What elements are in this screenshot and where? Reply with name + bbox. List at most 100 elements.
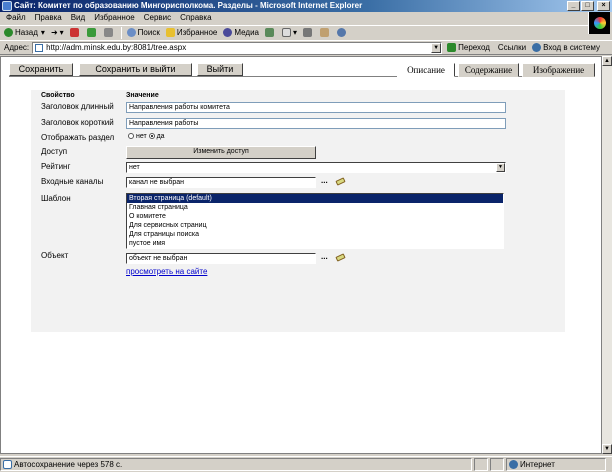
address-bar: Адрес: http://adm.minsk.edu.by:8081/tree… <box>0 40 612 55</box>
chevron-down-icon: ▾ <box>40 28 45 37</box>
home-icon <box>103 28 113 37</box>
template-option[interactable]: Главная страница <box>127 203 503 212</box>
show-section-radios: нет да <box>128 133 165 140</box>
menu-edit[interactable]: Правка <box>35 12 62 24</box>
refresh-icon <box>86 28 96 37</box>
messenger-icon <box>337 28 347 37</box>
change-access-button[interactable]: Изменить доступ <box>126 146 316 159</box>
mail-button[interactable]: ▾ <box>282 28 297 37</box>
long-title-label: Заголовок длинный <box>41 102 114 111</box>
status-bar: Автосохранение через 578 с. Интернет <box>0 456 612 472</box>
exit-button[interactable]: Выйти <box>197 63 243 76</box>
eraser-icon[interactable] <box>335 253 346 262</box>
ie-page-icon <box>2 1 12 11</box>
show-section-label: Отображать раздел <box>41 133 115 142</box>
go-button[interactable]: Переход <box>447 43 490 52</box>
save-and-exit-button[interactable]: Сохранить и выйти <box>79 63 192 76</box>
action-bar: Сохранить Сохранить и выйти Выйти Описан… <box>9 63 595 77</box>
page-icon <box>3 460 12 469</box>
edit-button[interactable] <box>320 28 331 37</box>
star-icon <box>165 28 175 37</box>
media-button[interactable]: Медиа <box>223 28 259 37</box>
page-icon <box>35 43 44 52</box>
menu-bar: Файл Правка Вид Избранное Сервис Справка <box>0 12 612 24</box>
browse-channels-button[interactable]: ... <box>321 176 328 185</box>
rating-select[interactable]: нет ▼ <box>126 162 506 173</box>
input-channels-field[interactable]: канал не выбран <box>126 177 316 188</box>
maximize-button[interactable]: □ <box>581 1 594 11</box>
property-column-header: Свойство <box>41 92 75 99</box>
chevron-down-icon: ▾ <box>59 28 64 37</box>
view-on-site-link[interactable]: просмотреть на сайте <box>126 267 207 276</box>
template-option[interactable]: О комитете <box>127 212 503 221</box>
mail-icon <box>282 28 291 37</box>
chevron-down-icon[interactable]: ▼ <box>431 42 442 53</box>
search-icon <box>126 28 136 37</box>
short-title-label: Заголовок короткий <box>41 118 114 127</box>
template-option[interactable]: Для страницы поиска <box>127 230 503 239</box>
search-button[interactable]: Поиск <box>126 28 160 37</box>
menu-favorites[interactable]: Избранное <box>94 12 135 24</box>
object-field[interactable]: объект не выбран <box>126 253 316 264</box>
back-button[interactable]: Назад ▾ <box>4 28 45 37</box>
favorites-button[interactable]: Избранное <box>165 28 217 37</box>
scroll-down-icon[interactable]: ▼ <box>602 444 612 454</box>
edit-icon <box>320 28 330 37</box>
messenger-button[interactable] <box>337 28 348 37</box>
minimize-button[interactable]: _ <box>567 1 580 11</box>
go-arrow-icon <box>447 43 457 52</box>
tab-description[interactable]: Описание <box>397 63 455 77</box>
menu-tools[interactable]: Сервис <box>144 12 171 24</box>
address-input[interactable]: http://adm.minsk.edu.by:8081/tree.aspx ▼ <box>32 41 443 54</box>
print-button[interactable] <box>303 28 314 37</box>
window-title-bar: Сайт: Комитет по образованию Мингориспол… <box>0 0 612 12</box>
stop-button[interactable] <box>69 28 81 37</box>
back-arrow-icon <box>4 28 13 37</box>
close-button[interactable]: × <box>597 1 610 11</box>
window-title: Сайт: Комитет по образованию Мингориспол… <box>14 1 363 10</box>
template-option[interactable]: пустое имя <box>127 239 503 248</box>
rating-label: Рейтинг <box>41 162 71 171</box>
template-listbox[interactable]: Вторая страница (default) Главная страни… <box>126 193 504 249</box>
chevron-down-icon[interactable]: ▼ <box>496 163 505 172</box>
browse-object-button[interactable]: ... <box>321 252 328 261</box>
input-channels-label: Входные каналы <box>41 177 104 186</box>
template-option[interactable]: Для сервисных страниц <box>127 221 503 230</box>
properties-panel: Свойство Значение Заголовок длинный Напр… <box>31 90 565 332</box>
login-button[interactable]: Вход в систему <box>532 43 600 52</box>
forward-button[interactable]: ➜ ▾ <box>51 28 64 37</box>
links-button[interactable]: Ссылки <box>498 43 526 52</box>
vertical-scrollbar[interactable]: ▲ ▼ <box>602 56 612 454</box>
menu-file[interactable]: Файл <box>6 12 26 24</box>
home-button[interactable] <box>103 28 115 37</box>
ie-logo-icon <box>588 12 610 34</box>
template-option[interactable]: Вторая страница (default) <box>127 194 503 203</box>
refresh-button[interactable] <box>86 28 98 37</box>
value-column-header: Значение <box>126 92 159 99</box>
toolbar-separator <box>120 26 122 39</box>
eraser-icon[interactable] <box>335 177 346 186</box>
object-label: Объект <box>41 251 69 260</box>
user-icon <box>532 43 542 52</box>
globe-icon <box>509 460 518 469</box>
long-title-input[interactable]: Направления работы комитета <box>126 102 506 113</box>
tab-image[interactable]: Изображение <box>522 63 595 77</box>
media-icon <box>223 28 233 37</box>
radio-yes[interactable] <box>148 133 155 140</box>
status-text-cell: Автосохранение через 578 с. <box>0 458 472 471</box>
menu-help[interactable]: Справка <box>180 12 211 24</box>
tab-content[interactable]: Содержание <box>458 63 519 77</box>
scroll-up-icon[interactable]: ▲ <box>602 56 612 66</box>
history-button[interactable] <box>265 28 276 37</box>
status-cell <box>490 458 504 471</box>
short-title-input[interactable]: Направления работы <box>126 118 506 129</box>
printer-icon <box>303 28 313 37</box>
radio-no[interactable] <box>128 133 134 140</box>
zone-cell: Интернет <box>506 458 606 471</box>
access-label: Доступ <box>41 147 68 156</box>
history-icon <box>265 28 274 37</box>
status-cell <box>474 458 488 471</box>
address-label: Адрес: <box>4 43 30 52</box>
menu-view[interactable]: Вид <box>71 12 85 24</box>
save-button[interactable]: Сохранить <box>9 63 73 76</box>
